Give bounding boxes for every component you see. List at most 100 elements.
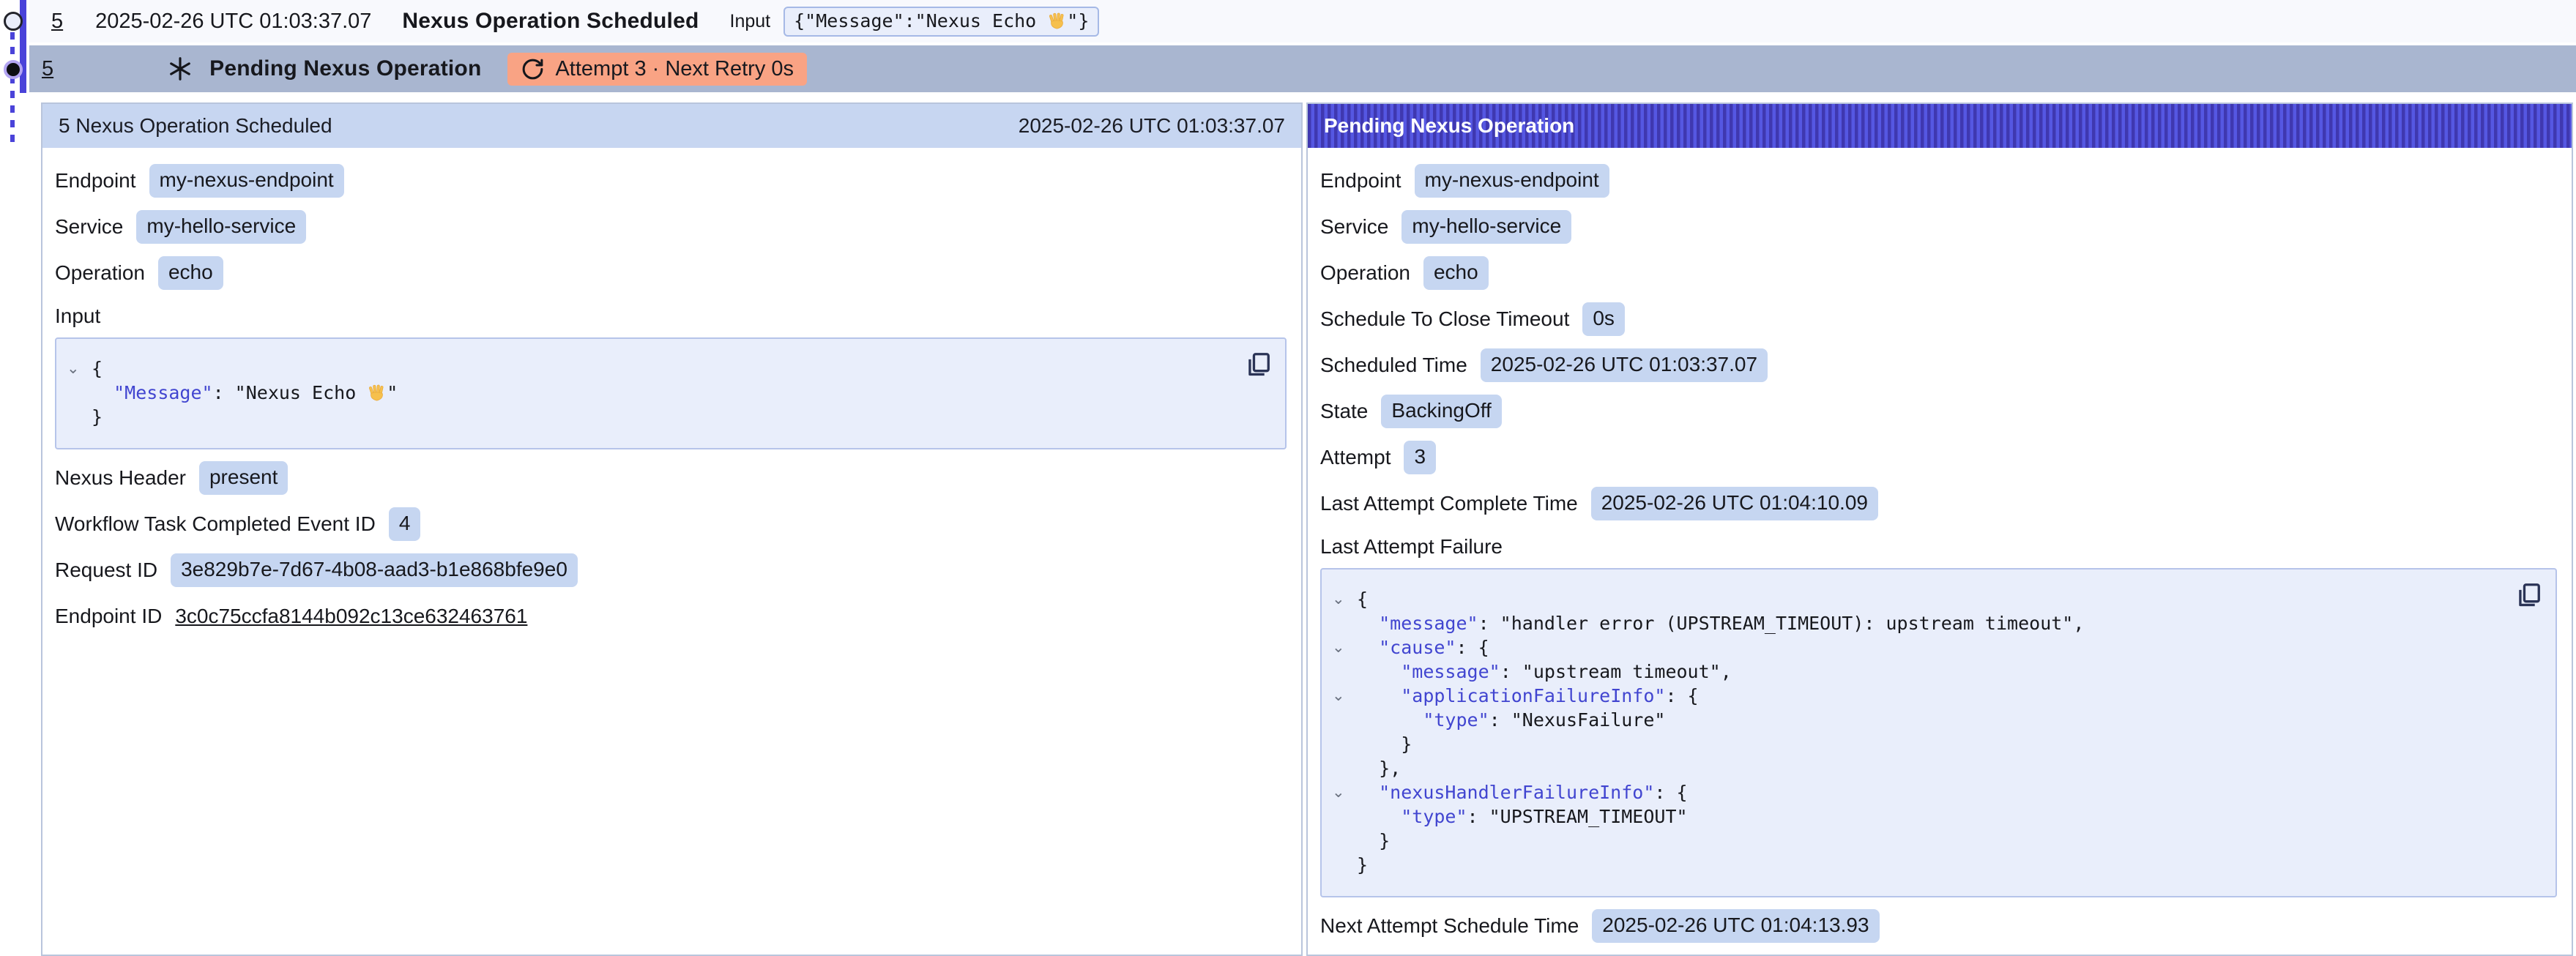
field-row: Last Attempt Complete Time2025-02-26 UTC… [1320,486,2557,521]
field-row: Nexus Headerpresent [55,460,1287,496]
gutter-spacer [1322,853,1357,877]
field-label: Workflow Task Completed Event ID [55,512,376,536]
field-label: Request ID [55,559,157,582]
field-value-badge: 3e829b7e-7d67-4b08-aad3-b1e868bfe9e0 [171,553,578,587]
pending-operation-header-title: Pending Nexus Operation [1324,114,1574,138]
json-line: ⌄ "cause": { [1322,635,2504,660]
pending-event-id-link[interactable]: 5 [42,57,53,81]
json-line: } [1322,732,2504,756]
field-label: Next Attempt Schedule Time [1320,914,1579,938]
field-row: Schedule To Close Timeout0s [1320,302,2557,337]
field-value-badge: 4 [389,507,421,541]
field-value-badge: my-nexus-endpoint [1415,164,1609,198]
timeline-connector-line [10,32,15,142]
workflow-event-history: 5 2025-02-26 UTC 01:03:37.07 Nexus Opera… [0,0,2576,956]
event-id-link[interactable]: 5 [51,10,63,34]
collapse-toggle-icon[interactable]: ⌄ [56,356,92,381]
field-label: Operation [55,261,145,285]
field-label: Endpoint [55,169,136,193]
field-label: Operation [1320,261,1410,285]
collapse-toggle-icon[interactable]: ⌄ [1322,780,1357,804]
event-detail-panel: 5 Nexus Operation Scheduled 2025-02-26 U… [41,102,1303,956]
gutter-spacer [1322,756,1357,780]
pending-operation-fields: Endpoint my-nexus-endpoint Servicemy-hello… [1308,148,2572,944]
field-value-badge: echo [158,256,223,290]
event-detail-header-timestamp: 2025-02-26 UTC 01:03:37.07 [1019,114,1285,138]
field-value-badge: present [199,461,288,495]
gutter-spacer [56,405,92,429]
copy-json-button[interactable] [1244,351,1272,378]
pending-operation-row[interactable]: 5 Pending Nexus Operation Attempt 3 · Ne… [29,45,2576,92]
event-input-label: Input [730,11,771,32]
field-row: Request ID 3e829b7e-7d67-4b08-aad3-b1e868… [55,553,1287,588]
gutter-spacer [1322,829,1357,853]
field-row: Input [55,304,1287,329]
event-timestamp: 2025-02-26 UTC 01:03:37.07 [95,10,371,34]
field-row: Attempt 3 [1320,440,2557,475]
field-label: Endpoint ID [55,605,162,628]
event-summary-row[interactable]: 5 2025-02-26 UTC 01:03:37.07 Nexus Opera… [29,0,2576,44]
endpoint-id-link[interactable]: 3c0c75ccfa8144b092c13ce632463761 [175,605,527,628]
field-row: Endpoint my-nexus-endpoint [1320,163,2557,198]
field-label: Scheduled Time [1320,354,1467,377]
event-detail-header-title: 5 Nexus Operation Scheduled [59,114,332,138]
collapse-toggle-icon[interactable]: ⌄ [1322,684,1357,708]
event-marker-filled-icon [4,60,23,79]
event-marker-open-icon [4,12,23,31]
field-row: Service my-hello-service [55,209,1287,244]
field-row: Workflow Task Completed Event ID 4 [55,507,1287,542]
field-value-badge: my-hello-service [136,210,306,244]
copy-icon [1244,351,1272,378]
event-input-value-badge: {"Message":"Nexus Echo "} [783,7,1099,37]
json-line: ⌄{ [1322,587,2504,611]
field-row: Next Attempt Schedule Time2025-02-26 UTC… [1320,908,2557,944]
field-value-badge: 3 [1404,441,1436,474]
attempt-badge-text: Attempt 3 · Next Retry 0s [555,57,794,81]
json-line: } [56,405,1234,429]
field-value-badge: my-hello-service [1401,210,1571,244]
retry-icon [521,57,545,81]
field-row: Servicemy-hello-service [1320,209,2557,244]
pending-operation-panel: Pending Nexus Operation Endpoint my-nexus… [1306,102,2573,956]
json-line: }, [1322,756,2504,780]
pending-operation-title: Pending Nexus Operation [209,56,481,81]
json-line: "type": "UPSTREAM_TIMEOUT" [1322,804,2504,829]
collapse-toggle-icon[interactable]: ⌄ [1322,587,1357,611]
pending-operation-header: Pending Nexus Operation [1308,104,2572,148]
collapse-toggle-icon[interactable]: ⌄ [1322,635,1357,660]
timeline-active-bar [20,0,26,93]
field-row: Last Attempt Failure [1320,534,2557,559]
field-label: Last Attempt Failure [1320,535,1503,559]
event-title: Nexus Operation Scheduled [402,9,699,34]
field-row: Operation echo [55,255,1287,291]
attempt-retry-badge: Attempt 3 · Next Retry 0s [507,53,807,86]
field-value-badge: 2025-02-26 UTC 01:03:37.07 [1481,348,1768,382]
field-value-badge: BackingOff [1381,395,1501,428]
wave-emoji-icon [1047,11,1067,31]
field-value-badge: 0s [1582,302,1625,336]
json-code-block: ⌄{ "Message": "Nexus Echo "} [55,337,1287,449]
field-label: Attempt [1320,446,1391,469]
field-row: Endpointmy-nexus-endpoint [55,163,1287,198]
field-row: Operationecho [1320,255,2557,291]
field-label: Service [55,215,123,239]
json-line: ⌄ "applicationFailureInfo": { [1322,684,2504,708]
json-line: } [1322,853,2504,877]
json-line: "type": "NexusFailure" [1322,708,2504,732]
event-detail-fields: Endpointmy-nexus-endpoint Service my-hello… [42,148,1301,634]
gutter-spacer [1322,660,1357,684]
copy-json-button[interactable] [2514,581,2542,609]
field-label: State [1320,400,1368,423]
json-line: "Message": "Nexus Echo " [56,381,1234,405]
pending-asterisk-icon [167,56,193,82]
json-line: } [1322,829,2504,853]
json-code-block: ⌄{ "message": "handler error (UPSTREAM_T… [1320,568,2557,897]
gutter-spacer [1322,732,1357,756]
json-line: "message": "upstream timeout", [1322,660,2504,684]
gutter-spacer [1322,804,1357,829]
field-label: Endpoint [1320,169,1401,193]
field-label: Last Attempt Complete Time [1320,492,1578,515]
field-row: Endpoint ID 3c0c75ccfa8144b092c13ce632463… [55,599,1287,634]
wave-emoji-icon [367,383,387,403]
gutter-spacer [1322,708,1357,732]
